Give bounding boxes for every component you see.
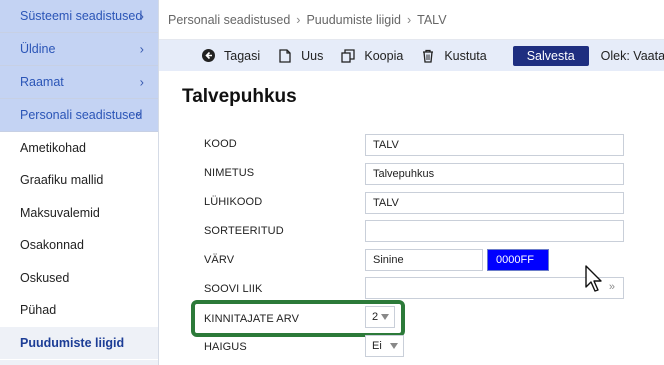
sidebar-item-label: Puudumiste liigid bbox=[20, 335, 125, 350]
haigus-select[interactable]: Ei bbox=[365, 335, 404, 357]
breadcrumb-item[interactable]: Puudumiste liigid bbox=[306, 13, 401, 27]
sidebar-item-label: Oskused bbox=[20, 270, 70, 285]
chevron-right-icon: › bbox=[139, 8, 144, 24]
sidebar: Süsteemi seadistused › Üldine › Raamat ›… bbox=[0, 0, 159, 365]
status-text: Olek: Vaata bbox=[600, 48, 664, 63]
back-arrow-icon bbox=[201, 49, 215, 63]
sidebar-section-label: Süsteemi seadistused bbox=[20, 9, 143, 23]
sidebar-item-osakonnad[interactable]: Osakonnad bbox=[0, 229, 158, 262]
page-title: Talvepuhkus bbox=[182, 86, 297, 107]
sidebar-item-label: Maksuvalemid bbox=[20, 205, 100, 220]
breadcrumb-separator: › bbox=[406, 12, 412, 27]
breadcrumb-item[interactable]: Personali seadistused bbox=[168, 13, 290, 27]
mouse-cursor-icon bbox=[585, 265, 605, 296]
sidebar-item-label: Pühad bbox=[20, 303, 57, 318]
delete-label: Kustuta bbox=[444, 48, 487, 63]
sidebar-item-oskused[interactable]: Oskused bbox=[0, 262, 158, 295]
kood-label: KOOD bbox=[204, 138, 237, 150]
double-chevron-right-icon[interactable]: » bbox=[609, 281, 615, 293]
color-name-input[interactable]: Sinine bbox=[365, 249, 483, 271]
copy-button[interactable]: Koopia bbox=[341, 49, 403, 63]
save-button[interactable]: Salvesta bbox=[512, 45, 589, 66]
breadcrumb: Personali seadistused › Puudumiste liigi… bbox=[159, 0, 664, 40]
new-button[interactable]: Uus bbox=[278, 49, 323, 63]
sorteeritud-label: SORTEERITUD bbox=[204, 225, 284, 237]
kinnitajate-arv-value: 2 bbox=[372, 311, 379, 323]
sidebar-section-systeemi-seadistused[interactable]: Süsteemi seadistused › bbox=[0, 0, 158, 33]
breadcrumb-separator: › bbox=[296, 12, 301, 27]
sidebar-item-puudumiste-liigid[interactable]: Puudumiste liigid bbox=[0, 327, 158, 360]
nimetus-label: NIMETUS bbox=[204, 167, 255, 179]
sidebar-item-label: Osakonnad bbox=[20, 238, 84, 253]
sidebar-item-label: Graafiku mallid bbox=[20, 173, 104, 188]
kinnitajate-arv-label: KINNITAJATE ARV bbox=[204, 313, 300, 325]
haigus-value: Ei bbox=[372, 340, 382, 352]
chevron-down-icon bbox=[381, 314, 389, 320]
trash-icon bbox=[421, 49, 435, 63]
copy-icon bbox=[341, 48, 356, 63]
sidebar-item-label: Ametikohad bbox=[20, 140, 87, 155]
haigus-label: HAIGUS bbox=[204, 341, 247, 353]
sidebar-item-maksuvalemid[interactable]: Maksuvalemid bbox=[0, 197, 158, 230]
color-swatch[interactable]: 0000FF bbox=[487, 249, 549, 271]
chevron-down-icon bbox=[390, 343, 398, 349]
varv-label: VÄRV bbox=[204, 254, 235, 266]
new-document-icon bbox=[278, 48, 292, 63]
back-label: Tagasi bbox=[224, 48, 261, 63]
sidebar-section-uldine[interactable]: Üldine › bbox=[0, 33, 158, 66]
chevron-right-icon: › bbox=[139, 74, 144, 90]
sidebar-section-raamat[interactable]: Raamat › bbox=[0, 66, 158, 99]
delete-button[interactable]: Kustuta bbox=[421, 48, 487, 63]
kood-input[interactable]: TALV bbox=[365, 134, 624, 156]
luhikood-label: LÜHIKOOD bbox=[204, 196, 263, 208]
back-button[interactable]: Tagasi bbox=[201, 49, 260, 63]
sidebar-item-graafiku-mallid[interactable]: Graafiku mallid bbox=[0, 164, 158, 197]
sidebar-section-label: Personali seadistused bbox=[20, 108, 143, 122]
sidebar-item-puhad[interactable]: Pühad bbox=[0, 294, 158, 327]
chevron-down-icon: ⌄ bbox=[133, 104, 144, 120]
breadcrumb-item-current: TALV bbox=[417, 12, 447, 27]
sidebar-item-ametikohad[interactable]: Ametikohad bbox=[0, 132, 158, 165]
sidebar-section-label: Raamat bbox=[20, 75, 64, 89]
chevron-right-icon: › bbox=[139, 41, 144, 57]
copy-label: Koopia bbox=[364, 48, 404, 63]
nimetus-input[interactable]: Talvepuhkus bbox=[365, 163, 624, 185]
toolbar: Tagasi Uus Koopia Kustuta Salvesta Olek:… bbox=[159, 40, 664, 71]
sorteeritud-input[interactable] bbox=[365, 220, 624, 242]
sidebar-section-label: Üldine bbox=[20, 42, 56, 56]
sidebar-section-personali-seadistused[interactable]: Personali seadistused ⌄ bbox=[0, 99, 158, 132]
luhikood-input[interactable]: TALV bbox=[365, 192, 624, 214]
kinnitajate-arv-select[interactable]: 2 bbox=[365, 306, 395, 328]
soovi-liik-label: SOOVI LIIK bbox=[204, 283, 263, 295]
new-label: Uus bbox=[301, 48, 324, 63]
